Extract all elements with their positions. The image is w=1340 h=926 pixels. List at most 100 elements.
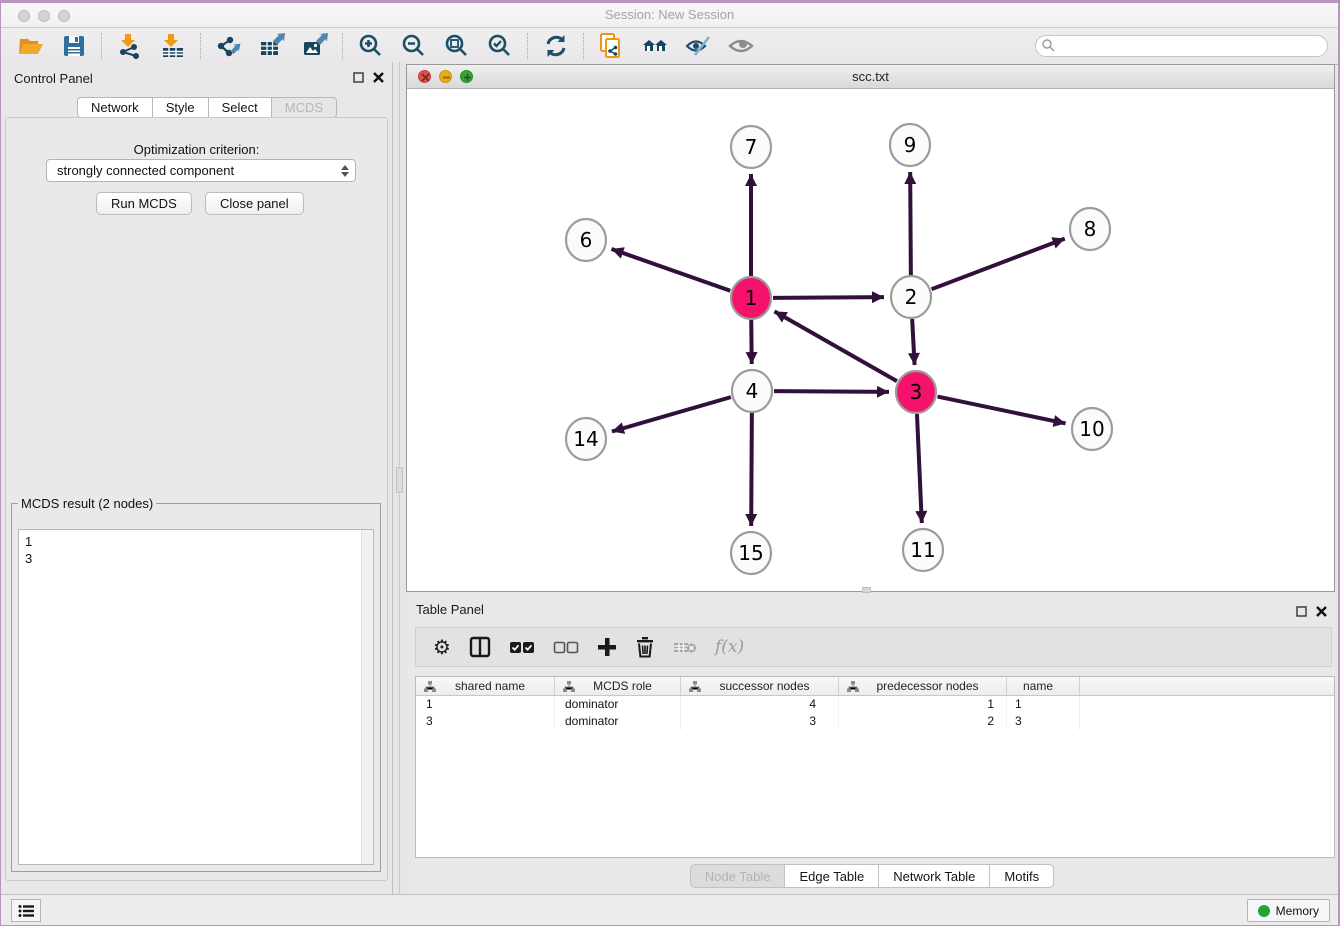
edge-2-3[interactable] xyxy=(912,319,914,365)
memory-button[interactable]: Memory xyxy=(1247,899,1330,922)
run-mcds-button[interactable]: Run MCDS xyxy=(96,192,192,215)
column-header-predecessor-nodes[interactable]: predecessor nodes xyxy=(839,677,1007,695)
mcds-result-box: MCDS result (2 nodes) 13 xyxy=(11,496,381,872)
export-network-icon[interactable] xyxy=(215,33,242,60)
tab-style[interactable]: Style xyxy=(153,97,209,118)
zoom-selected-icon[interactable] xyxy=(486,33,513,60)
node-label-3: 3 xyxy=(910,380,923,404)
table-toolbar: ⚙ f(x) xyxy=(415,627,1332,667)
edge-4-3[interactable] xyxy=(774,391,889,392)
column-header-name[interactable]: name xyxy=(1007,677,1080,695)
show-columns-icon[interactable] xyxy=(469,634,491,660)
node-table[interactable]: shared nameMCDS rolesuccessor nodesprede… xyxy=(415,676,1335,858)
tab-network[interactable]: Network xyxy=(77,97,153,118)
mcds-result-list[interactable]: 13 xyxy=(18,529,374,865)
cell-shared-name[interactable]: 3 xyxy=(416,713,555,730)
table-row[interactable]: 3dominator323 xyxy=(416,713,1334,730)
settings-gear-icon[interactable]: ⚙ xyxy=(433,634,451,660)
save-session-icon[interactable] xyxy=(60,33,87,60)
column-header-shared-name[interactable]: shared name xyxy=(416,677,555,695)
optimization-select-value: strongly connected component xyxy=(57,163,234,178)
control-panel-header: Control Panel xyxy=(1,62,392,95)
table-panel: Table Panel ⚙ xyxy=(406,596,1338,894)
zoom-out-icon[interactable] xyxy=(400,33,427,60)
edge-1-6[interactable] xyxy=(611,249,730,291)
network-window: scc.txt 7968124314101511 xyxy=(406,64,1335,592)
node-label-2: 2 xyxy=(905,285,918,309)
table-panel-header: Table Panel xyxy=(406,596,1338,620)
edge-2-9[interactable] xyxy=(910,172,911,275)
zoom-fit-icon[interactable] xyxy=(443,33,470,60)
tab-edge-table[interactable]: Edge Table xyxy=(785,864,879,888)
edge-2-8[interactable] xyxy=(932,239,1065,290)
cell-name[interactable]: 1 xyxy=(1007,696,1080,713)
table-close-panel-icon[interactable] xyxy=(1315,605,1328,618)
search-input[interactable] xyxy=(1035,35,1328,57)
close-panel-button[interactable]: Close panel xyxy=(205,192,304,215)
deselect-all-rows-icon[interactable] xyxy=(553,634,579,660)
cell-successor-nodes[interactable]: 4 xyxy=(681,696,839,713)
horizontal-splitter-handle[interactable] xyxy=(862,587,871,593)
tab-select[interactable]: Select xyxy=(209,97,272,118)
cell-shared-name[interactable]: 1 xyxy=(416,696,555,713)
panel-splitter[interactable] xyxy=(393,62,406,894)
table-row[interactable]: 1dominator411 xyxy=(416,696,1334,713)
control-panel-tabs: NetworkStyleSelectMCDS xyxy=(77,97,337,118)
delete-row-icon[interactable] xyxy=(635,634,655,660)
splitter-handle[interactable] xyxy=(396,467,403,493)
tab-node-table[interactable]: Node Table xyxy=(690,864,786,888)
table-float-panel-icon[interactable] xyxy=(1295,605,1308,618)
task-history-button[interactable] xyxy=(11,899,41,922)
hide-selected-icon[interactable] xyxy=(684,33,711,60)
import-table-icon[interactable] xyxy=(159,33,186,60)
mcds-result-node: 1 xyxy=(19,530,373,550)
main-toolbar xyxy=(1,28,1338,65)
table-header-row: shared nameMCDS rolesuccessor nodesprede… xyxy=(416,677,1334,696)
cell-mcds-role[interactable]: dominator xyxy=(555,713,681,730)
result-scrollbar[interactable] xyxy=(361,530,373,864)
float-panel-icon[interactable] xyxy=(352,71,365,84)
cell-predecessor-nodes[interactable]: 1 xyxy=(839,696,1007,713)
clone-network-icon[interactable] xyxy=(598,33,625,60)
node-label-15: 15 xyxy=(738,541,763,565)
edge-4-14[interactable] xyxy=(612,397,731,431)
cell-mcds-role[interactable]: dominator xyxy=(555,696,681,713)
status-bar: Memory xyxy=(1,894,1338,925)
export-table-icon[interactable] xyxy=(258,33,285,60)
import-network-icon[interactable] xyxy=(116,33,143,60)
mcds-result-title: MCDS result (2 nodes) xyxy=(18,496,156,511)
refresh-icon[interactable] xyxy=(542,33,569,60)
network-graph-canvas[interactable]: 7968124314101511 xyxy=(407,89,1334,591)
close-panel-icon[interactable] xyxy=(372,71,385,84)
control-panel-title: Control Panel xyxy=(14,71,93,86)
first-neighbors-icon[interactable] xyxy=(641,33,668,60)
node-label-8: 8 xyxy=(1084,217,1097,241)
column-header-successor-nodes[interactable]: successor nodes xyxy=(681,677,839,695)
delete-column-icon-disabled xyxy=(673,634,697,660)
mcds-panel: Optimization criterion: strongly connect… xyxy=(5,117,388,881)
export-image-icon[interactable] xyxy=(301,33,328,60)
tab-network-table[interactable]: Network Table xyxy=(879,864,990,888)
show-all-icon[interactable] xyxy=(727,33,754,60)
zoom-in-icon[interactable] xyxy=(357,33,384,60)
edge-3-1[interactable] xyxy=(774,311,896,381)
memory-label: Memory xyxy=(1276,904,1319,918)
cell-predecessor-nodes[interactable]: 2 xyxy=(839,713,1007,730)
edge-3-10[interactable] xyxy=(938,397,1066,424)
edge-3-11[interactable] xyxy=(917,414,922,523)
add-row-icon[interactable] xyxy=(597,634,617,660)
optimization-select[interactable]: strongly connected component xyxy=(46,159,356,182)
cell-successor-nodes[interactable]: 3 xyxy=(681,713,839,730)
open-session-icon[interactable] xyxy=(17,33,44,60)
column-header-mcds-role[interactable]: MCDS role xyxy=(555,677,681,695)
network-window-header[interactable]: scc.txt xyxy=(407,65,1334,89)
node-label-6: 6 xyxy=(580,228,593,252)
select-all-rows-icon[interactable] xyxy=(509,634,535,660)
node-label-4: 4 xyxy=(746,379,759,403)
cell-name[interactable]: 3 xyxy=(1007,713,1080,730)
edge-4-15[interactable] xyxy=(751,413,752,526)
edge-1-2[interactable] xyxy=(773,297,884,298)
network-window-title: scc.txt xyxy=(407,69,1334,84)
tab-mcds[interactable]: MCDS xyxy=(272,97,337,118)
tab-motifs[interactable]: Motifs xyxy=(990,864,1054,888)
